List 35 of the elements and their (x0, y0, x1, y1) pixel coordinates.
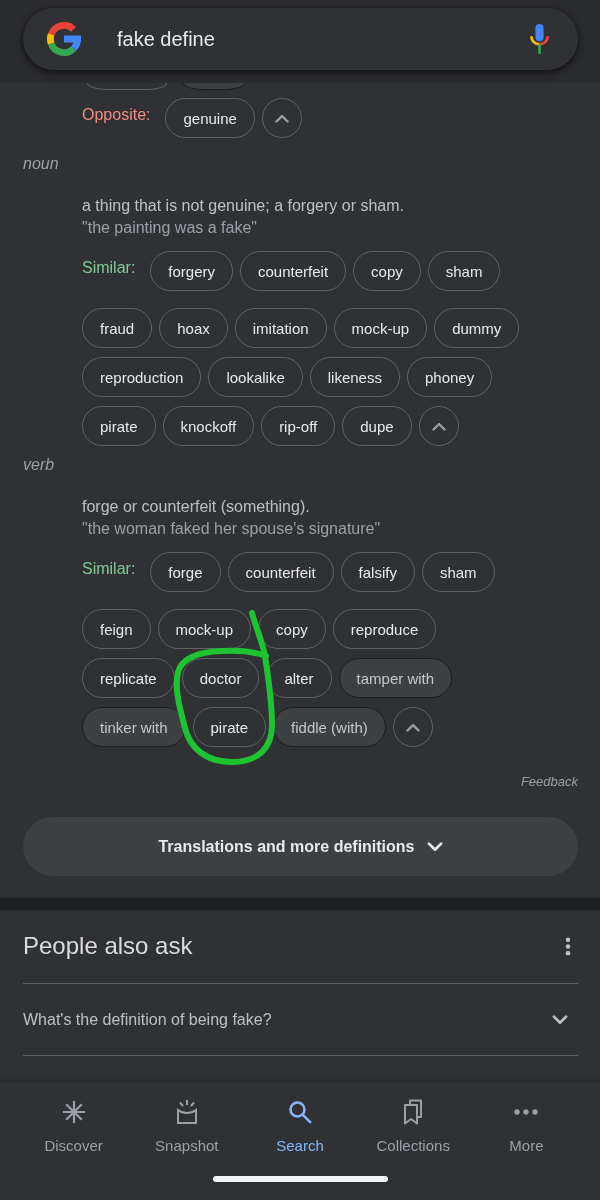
nav-tab[interactable]: Snapshot (130, 1082, 244, 1156)
tray-with-rays-icon (174, 1099, 199, 1125)
part-of-speech-label: noun (23, 154, 59, 174)
asterisk-icon (61, 1100, 86, 1124)
similar-label: Similar: (82, 559, 136, 579)
nav-tab[interactable]: Discover (17, 1082, 131, 1156)
word-chip[interactable]: fiddle (with) (273, 707, 386, 747)
nav-tab[interactable]: More (469, 1082, 583, 1156)
more-dots-icon (514, 1109, 539, 1115)
kebab-menu-icon[interactable] (565, 936, 571, 956)
question-item[interactable]: What's the definition of being fake? (23, 983, 578, 1056)
section-heading: People also ask (23, 931, 193, 961)
opposite-label: Opposite: (82, 105, 151, 125)
microphone-icon[interactable] (529, 24, 550, 54)
nav-tab[interactable]: Search (243, 1082, 357, 1156)
part-of-speech-label: verb (23, 455, 55, 475)
example-sentence: "the painting was a fake" (82, 218, 258, 238)
google-g-logo-icon (47, 22, 81, 56)
definition-text: a thing that is not genuine; a forgery or sham. (82, 196, 404, 216)
search-field[interactable]: fake define (117, 26, 215, 52)
similar-label: Similar: (82, 258, 136, 278)
nav-tab[interactable]: Collections (356, 1082, 470, 1156)
chevron-up-icon (405, 722, 420, 732)
example-sentence: "the woman faked her spouse's signature" (82, 519, 381, 539)
search-icon (288, 1100, 312, 1124)
word-chip[interactable]: tinker with (82, 707, 186, 747)
chevron-up-icon (431, 421, 446, 431)
word-chip[interactable]: tamper with (338, 658, 453, 698)
feedback-link[interactable]: Feedback (520, 772, 578, 792)
chevron-down-icon (552, 1014, 568, 1025)
chevron-down-icon (426, 841, 443, 852)
search-bar[interactable]: fake define (23, 8, 578, 70)
definition-text: forge or counterfeit (something). (82, 497, 310, 517)
chevron-up-icon (274, 113, 289, 123)
more-definitions-button[interactable]: Translations and more definitions (23, 817, 578, 876)
